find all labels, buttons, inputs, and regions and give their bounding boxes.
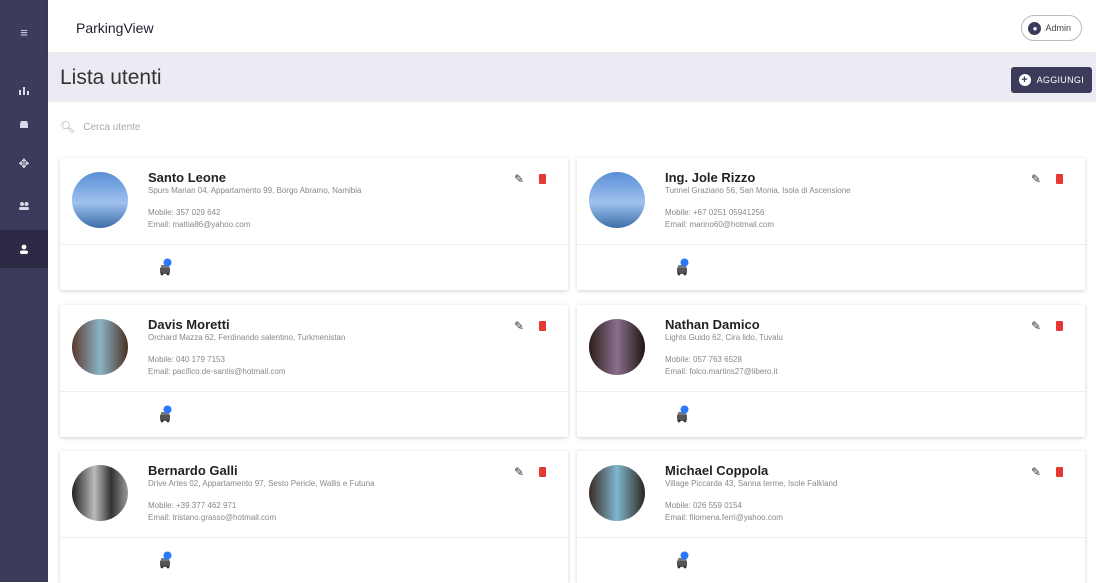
delete-icon[interactable]: [539, 321, 546, 331]
avatar: [72, 172, 128, 228]
user-email: Email: tristano.grasso@hotmail.com: [148, 513, 277, 522]
user-address: Orchard Mazza 62, Ferdinando salentino, …: [148, 333, 346, 342]
delete-icon[interactable]: [539, 174, 546, 184]
delete-icon[interactable]: [1056, 174, 1063, 184]
add-button-label: AGGIUNGI: [1036, 75, 1084, 85]
user-mobile: Mobile: +67 0251 05941256: [665, 208, 765, 217]
user-card: Michael Coppola Village Piccarda 43, San…: [577, 451, 1085, 583]
user-mobile: Mobile: 026 559 0154: [665, 501, 742, 510]
delete-icon[interactable]: [539, 467, 546, 477]
user-address: Spurs Marian 04, Appartamento 99, Borgo …: [148, 186, 362, 195]
divider: [60, 391, 568, 392]
edit-icon[interactable]: ✎: [1031, 172, 1041, 186]
user-email: Email: mattia86@yahoo.com: [148, 220, 251, 229]
user-mobile: Mobile: 040 179 7153: [148, 355, 225, 364]
user-email: Email: marino60@hotmail.com: [665, 220, 775, 229]
user-email: Email: folco.martins27@libero.it: [665, 367, 778, 376]
parking-car-icon[interactable]: [158, 405, 172, 423]
parking-car-icon[interactable]: [675, 405, 689, 423]
user-address: Village Piccarda 43, Sanna terme, Isole …: [665, 479, 838, 488]
search-input[interactable]: [81, 120, 346, 134]
add-user-button[interactable]: + AGGIUNGI: [1010, 67, 1092, 93]
user-name: Davis Moretti: [148, 317, 230, 332]
search-icon: 🔍︎: [60, 120, 76, 134]
parking-car-icon[interactable]: [675, 258, 689, 276]
user-card: Davis Moretti Orchard Mazza 62, Ferdinan…: [60, 305, 568, 437]
edit-icon[interactable]: ✎: [514, 319, 524, 333]
user-name: Santo Leone: [148, 170, 227, 185]
divider: [577, 244, 1085, 245]
account-circle-icon: ●: [1028, 21, 1042, 35]
user-name: Nathan Damico: [665, 317, 760, 332]
avatar: [589, 172, 645, 228]
top-bar: ParkingView ● Admin: [48, 0, 1096, 52]
user-card: Ing. Jole Rizzo Tunnel Graziano 56, San …: [577, 158, 1085, 290]
user-card: Bernardo Galli Drive Artes 02, Appartame…: [60, 451, 568, 583]
divider: [577, 391, 1085, 392]
edit-icon[interactable]: ✎: [514, 172, 524, 186]
person-icon[interactable]: [0, 230, 48, 268]
user-address: Tunnel Graziano 56, San Monia, Isola di …: [665, 186, 851, 195]
user-name: Admin: [1045, 23, 1071, 33]
move-icon[interactable]: ✥: [0, 146, 48, 182]
chart-icon[interactable]: [0, 72, 48, 108]
plus-icon: +: [1018, 74, 1031, 86]
user-name: Ing. Jole Rizzo: [665, 170, 756, 185]
edit-icon[interactable]: ✎: [1031, 465, 1041, 479]
user-mobile: Mobile: 057 763 6528: [665, 355, 742, 364]
search-bar: 🔍︎: [60, 118, 360, 136]
user-address: Lights Guido 62, Cira lido, Tuvalu: [665, 333, 783, 342]
user-name: Michael Coppola: [665, 463, 769, 478]
avatar: [72, 319, 128, 375]
delete-icon[interactable]: [1056, 467, 1063, 477]
divider: [60, 537, 568, 538]
user-name: Bernardo Galli: [148, 463, 238, 478]
parking-car-icon[interactable]: [158, 551, 172, 569]
edit-icon[interactable]: ✎: [1031, 319, 1041, 333]
user-mobile: Mobile: 357 029 642: [148, 208, 221, 217]
user-address: Drive Artes 02, Appartamento 97, Sesto P…: [148, 479, 375, 488]
user-email: Email: pacifico.de-santis@hotmail.com: [148, 367, 286, 376]
avatar: [72, 465, 128, 521]
parking-car-icon[interactable]: [675, 551, 689, 569]
people-icon[interactable]: [0, 188, 48, 224]
user-email: Email: filomena.ferri@yahoo.com: [665, 513, 783, 522]
page-title: Lista utenti: [60, 66, 162, 89]
edit-icon[interactable]: ✎: [514, 465, 524, 479]
parking-car-icon[interactable]: [158, 258, 172, 276]
user-menu-button[interactable]: ● Admin: [1021, 15, 1082, 41]
user-card: Nathan Damico Lights Guido 62, Cira lido…: [577, 305, 1085, 437]
app-title: ParkingView: [76, 20, 154, 36]
avatar: [589, 319, 645, 375]
user-card: Santo Leone Spurs Marian 04, Appartament…: [60, 158, 568, 290]
car-icon[interactable]: [0, 106, 48, 142]
avatar: [589, 465, 645, 521]
divider: [577, 537, 1085, 538]
delete-icon[interactable]: [1056, 321, 1063, 331]
page-header: Lista utenti + AGGIUNGI: [48, 54, 1096, 102]
side-rail: ≡ ✥: [0, 0, 48, 582]
user-mobile: Mobile: +39 377 462 971: [148, 501, 237, 510]
menu-icon[interactable]: ≡: [0, 14, 48, 50]
divider: [60, 244, 568, 245]
